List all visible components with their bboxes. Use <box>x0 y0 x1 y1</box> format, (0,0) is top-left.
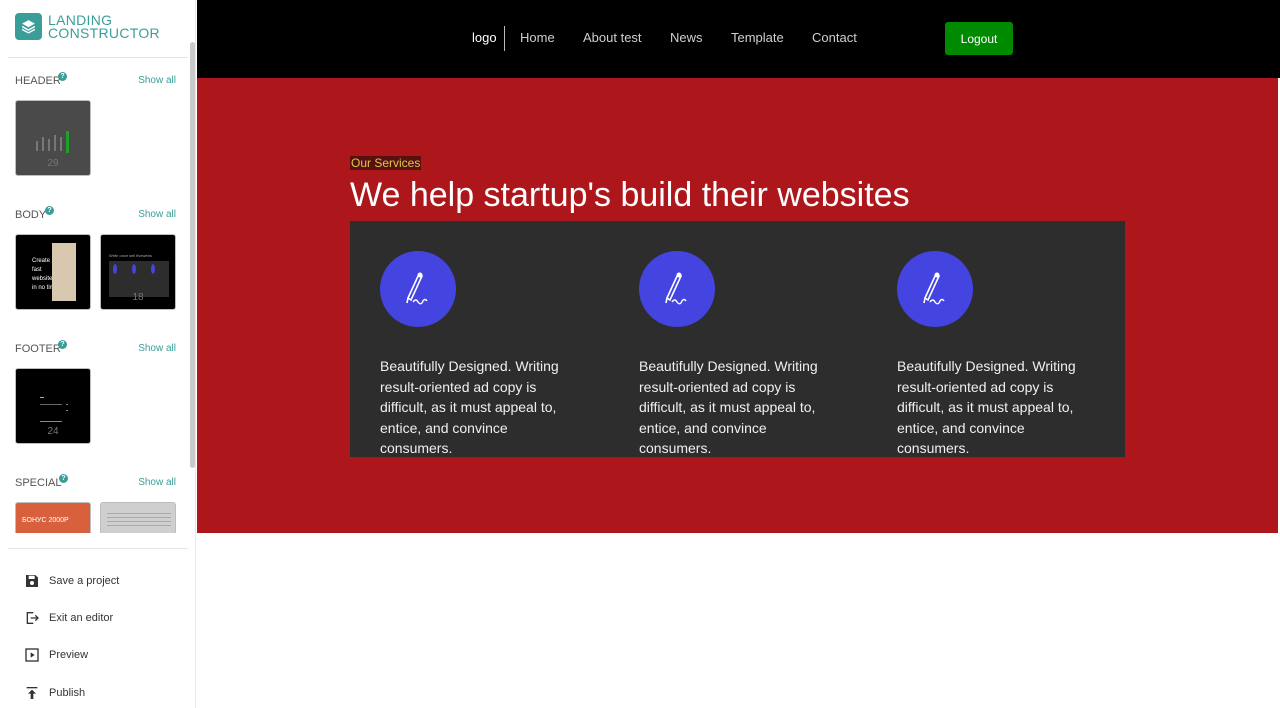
section-special-head: SPECIAL ? Show all <box>15 474 176 493</box>
exit-icon <box>26 612 39 624</box>
help-icon[interactable]: ? <box>59 474 68 483</box>
pen-signature-icon <box>897 251 973 327</box>
exit-editor-button[interactable]: Exit an editor <box>24 608 113 628</box>
text-lines-preview-icon <box>107 513 171 526</box>
show-all-body-link[interactable]: Show all <box>138 209 176 220</box>
section-title-body: BODY <box>15 209 47 221</box>
help-icon[interactable]: ? <box>58 72 67 81</box>
thumbnail-count: 24 <box>47 426 59 437</box>
services-cards: Beautifully Designed. Writing result-ori… <box>350 221 1125 457</box>
thumbnail-photo <box>52 243 76 301</box>
thumbnail-count: 18 <box>132 292 144 303</box>
action-label: Publish <box>49 687 86 699</box>
service-card-text[interactable]: Beautifully Designed. Writing result-ori… <box>897 356 1082 459</box>
nav-link-home[interactable]: Home <box>520 30 555 45</box>
section-title-special: SPECIAL <box>15 477 62 489</box>
save-project-button[interactable]: Save a project <box>24 571 119 591</box>
brand-name: LANDING CONSTRUCTOR <box>48 13 160 41</box>
action-label: Preview <box>49 649 89 661</box>
brand-line2: CONSTRUCTOR <box>48 24 160 41</box>
site-logo[interactable]: logo <box>472 30 497 45</box>
sidebar-divider <box>8 57 188 58</box>
show-all-special-link[interactable]: Show all <box>138 477 176 488</box>
nav-separator <box>504 26 505 51</box>
nav-link-contact[interactable]: Contact <box>812 30 857 45</box>
thumbnail-text: БОНУС 2000Р <box>22 517 69 524</box>
body-block-thumbnail-2[interactable]: Write once sell fivewebs 18 <box>100 234 176 310</box>
footer-block-thumbnail[interactable]: 24 <box>15 368 91 444</box>
service-card: Beautifully Designed. Writing result-ori… <box>380 251 580 459</box>
preview-button[interactable]: Preview <box>24 645 88 665</box>
section-eyebrow[interactable]: Our Services <box>350 156 422 170</box>
section-footer-head: FOOTER ? Show all <box>15 340 176 359</box>
sidebar-divider <box>8 548 188 549</box>
pen-signature-icon <box>639 251 715 327</box>
service-card: Beautifully Designed. Writing result-ori… <box>897 251 1097 459</box>
service-card: Beautifully Designed. Writing result-ori… <box>639 251 839 459</box>
publish-button[interactable]: Publish <box>24 683 85 703</box>
section-title-footer: FOOTER <box>15 343 61 355</box>
brand-logo: LANDING CONSTRUCTOR <box>15 13 160 40</box>
section-body-head: BODY ? Show all <box>15 206 176 225</box>
sidebar-scrollbar[interactable] <box>190 42 195 468</box>
help-icon[interactable]: ? <box>58 340 67 349</box>
special-block-thumbnail-2[interactable] <box>100 502 176 533</box>
nav-link-about[interactable]: About test <box>583 30 642 45</box>
preview-icon <box>25 648 39 662</box>
save-icon <box>26 575 38 587</box>
logout-button[interactable]: Logout <box>945 22 1013 55</box>
section-header-head: HEADER ? Show all <box>15 72 176 91</box>
layers-icon <box>15 13 42 40</box>
editor-sidebar: LANDING CONSTRUCTOR HEADER ? Show all 29… <box>0 0 196 708</box>
section-title-header: HEADER <box>15 75 61 87</box>
site-header: logo Home About test News Template Conta… <box>197 0 1280 78</box>
action-label: Exit an editor <box>49 612 114 624</box>
show-all-footer-link[interactable]: Show all <box>138 343 176 354</box>
pen-signature-icon <box>380 251 456 327</box>
special-block-thumbnail-1[interactable]: БОНУС 2000Р <box>15 502 91 533</box>
action-label: Save a project <box>49 575 120 587</box>
body-block-thumbnail-1[interactable]: Create fast websites in no time <box>15 234 91 310</box>
publish-icon <box>26 687 38 699</box>
thumbnail-count: 29 <box>47 158 59 169</box>
header-block-thumbnail[interactable]: 29 <box>15 100 91 176</box>
help-icon[interactable]: ? <box>45 206 54 215</box>
services-section: Our Services We help startup's build the… <box>197 78 1278 533</box>
show-all-header-link[interactable]: Show all <box>138 75 176 86</box>
nav-link-template[interactable]: Template <box>731 30 784 45</box>
section-title[interactable]: We help startup's build their websites <box>350 176 910 215</box>
service-card-text[interactable]: Beautifully Designed. Writing result-ori… <box>639 356 824 459</box>
nav-link-news[interactable]: News <box>670 30 703 45</box>
service-card-text[interactable]: Beautifully Designed. Writing result-ori… <box>380 356 565 459</box>
